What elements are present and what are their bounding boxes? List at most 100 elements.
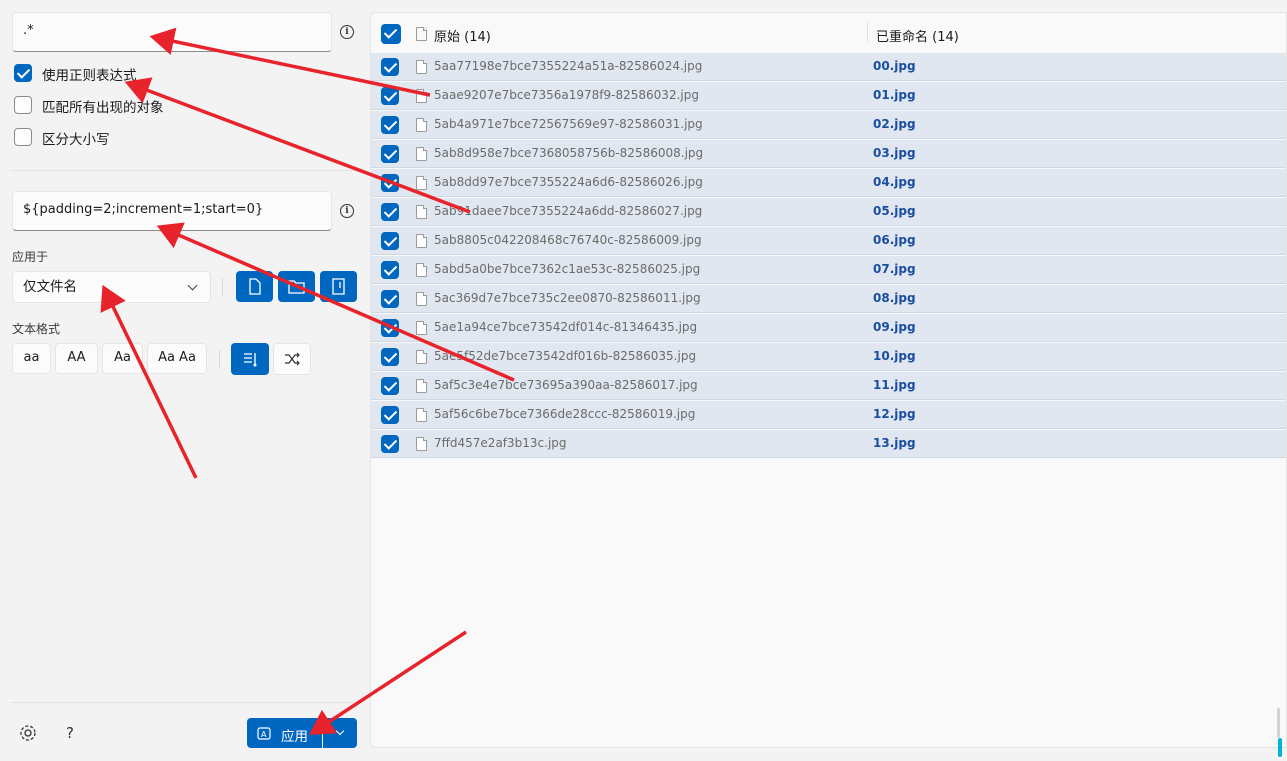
table-row[interactable]: 5ab8dd97e7bce7355224a6d6-82586026.jpg 04.… (371, 169, 1286, 197)
row-checkbox[interactable] (381, 377, 399, 395)
extension-button[interactable] (320, 271, 357, 302)
table-row[interactable]: 5ae1a94ce7bce73542df014c-81346435.jpg 09.… (371, 314, 1286, 342)
table-row[interactable]: 5ae5f52de7bce73542df016b-82586035.jpg 10.… (371, 343, 1286, 371)
case-sensitive-label: 区分大小写 (42, 132, 110, 148)
column-separator (867, 21, 868, 43)
header-original: 原始 (14) (434, 30, 491, 45)
search-input[interactable]: .* (12, 12, 332, 52)
apply-to-label: 应用于 (12, 250, 49, 264)
renamed-filename: 05.jpg (873, 204, 916, 218)
preview-list: 原始 (14) 已重命名 (14) 5aa77198e7bce7355224a5… (370, 12, 1287, 748)
original-filename: 5af5c3e4e7bce73695a390aa-82586017.jpg (434, 378, 698, 392)
original-filename: 5ae5f52de7bce73542df016b-82586035.jpg (434, 349, 697, 363)
randomize-button[interactable] (273, 343, 311, 375)
capitalize-words-button[interactable]: Aa Aa (147, 343, 207, 374)
file-icon (416, 263, 427, 277)
renamed-filename: 03.jpg (873, 146, 916, 160)
file-icon (416, 176, 427, 190)
table-row[interactable]: 5aa77198e7bce7355224a51a-82586024.jpg 00.… (371, 53, 1286, 81)
shuffle-icon (285, 352, 300, 366)
select-all-checkbox[interactable] (381, 24, 401, 44)
titlecase-button[interactable]: Aa (102, 343, 143, 374)
list-header: 原始 (14) 已重命名 (14) (371, 13, 1286, 54)
renamed-filename: 02.jpg (873, 117, 916, 131)
apply-options-button[interactable] (323, 718, 357, 748)
file-icon (416, 60, 427, 74)
row-checkbox[interactable] (381, 116, 399, 134)
table-row[interactable]: 5aae9207e7bce7356a1978f9-82586032.jpg 01.… (371, 82, 1286, 110)
row-checkbox[interactable] (381, 174, 399, 192)
regex-checkbox[interactable] (14, 64, 32, 82)
separator (219, 350, 220, 368)
row-checkbox[interactable] (381, 87, 399, 105)
renamed-filename: 08.jpg (873, 291, 916, 305)
original-filename: 5aae9207e7bce7356a1978f9-82586032.jpg (434, 88, 699, 102)
original-filename: 5ab8dd97e7bce7355224a6d6-82586026.jpg (434, 175, 703, 189)
renamed-filename: 09.jpg (873, 320, 916, 334)
folder-icon (288, 280, 305, 294)
row-checkbox[interactable] (381, 348, 399, 366)
row-checkbox[interactable] (381, 261, 399, 279)
table-row[interactable]: 5ac369d7e7bce735c2ee0870-82586011.jpg 08.… (371, 285, 1286, 313)
file-icon (416, 292, 427, 306)
match-all-label: 匹配所有出现的对象 (42, 100, 164, 116)
row-checkbox[interactable] (381, 203, 399, 221)
original-filename: 5ab4a971e7bce72567569e97-82586031.jpg (434, 117, 703, 131)
search-info-icon[interactable]: i (340, 25, 354, 39)
apply-button[interactable]: A 应用 (247, 718, 322, 748)
renamed-filename: 11.jpg (873, 378, 916, 392)
file-extension-icon (332, 278, 345, 295)
file-icon (416, 437, 427, 451)
original-filename: 5ab8d958e7bce7368058756b-82586008.jpg (434, 146, 704, 160)
table-row[interactable]: 5af56c6be7bce7366de28ccc-82586019.jpg 12.… (371, 401, 1286, 429)
enumerate-button[interactable] (231, 343, 269, 375)
divider (10, 170, 359, 171)
row-checkbox[interactable] (381, 232, 399, 250)
replace-input[interactable]: ${padding=2;increment=1;start=0} (12, 191, 332, 231)
uppercase-button[interactable]: AA (55, 343, 98, 374)
row-checkbox[interactable] (381, 406, 399, 424)
row-checkbox[interactable] (381, 290, 399, 308)
file-icon (416, 147, 427, 161)
list-numbered-icon (244, 353, 257, 367)
table-row[interactable]: 5af5c3e4e7bce73695a390aa-82586017.jpg 11.… (371, 372, 1286, 400)
row-checkbox[interactable] (381, 145, 399, 163)
table-row[interactable]: 5abd5a0be7bce7362c1ae53c-82586025.jpg 07.… (371, 256, 1286, 284)
folder-button[interactable] (278, 271, 315, 302)
file-icon (416, 408, 427, 422)
scrollbar-track[interactable] (1277, 708, 1280, 738)
file-icon (416, 118, 427, 132)
filename-only-button[interactable] (236, 271, 273, 302)
chevron-down-icon (187, 280, 198, 291)
table-row[interactable]: 5ab8805c042208468c76740c-82586009.jpg 06.… (371, 227, 1286, 255)
svg-text:A: A (261, 730, 267, 739)
table-row[interactable]: 5ab4a971e7bce72567569e97-82586031.jpg 02.… (371, 111, 1286, 139)
scrollbar-thumb[interactable] (1278, 738, 1282, 757)
case-sensitive-checkbox[interactable] (14, 128, 32, 146)
renamed-filename: 01.jpg (873, 88, 916, 102)
original-filename: 5abd5a0be7bce7362c1ae53c-82586025.jpg (434, 262, 701, 276)
file-icon (416, 234, 427, 248)
row-checkbox[interactable] (381, 58, 399, 76)
gear-icon[interactable] (18, 723, 38, 743)
renamed-filename: 06.jpg (873, 233, 916, 247)
lowercase-button[interactable]: aa (12, 343, 51, 374)
help-icon[interactable]: ? (66, 724, 74, 742)
row-checkbox[interactable] (381, 319, 399, 337)
file-icon (416, 205, 427, 219)
table-row[interactable]: 7ffd457e2af3b13c.jpg 13.jpg (371, 430, 1286, 458)
apply-to-dropdown[interactable]: 仅文件名 (12, 271, 211, 303)
left-panel: .* i 使用正则表达式 匹配所有出现的对象 区分大小写 ${padding=2… (0, 0, 369, 761)
original-filename: 7ffd457e2af3b13c.jpg (434, 436, 567, 450)
regex-label: 使用正则表达式 (42, 68, 137, 84)
table-row[interactable]: 5ab8d958e7bce7368058756b-82586008.jpg 03.… (371, 140, 1286, 168)
replace-info-icon[interactable]: i (340, 204, 354, 218)
original-filename: 5ae1a94ce7bce73542df014c-81346435.jpg (434, 320, 698, 334)
row-checkbox[interactable] (381, 435, 399, 453)
table-row[interactable]: 5ab91daee7bce7355224a6dd-82586027.jpg 05.… (371, 198, 1286, 226)
renamed-filename: 10.jpg (873, 349, 916, 363)
renamed-filename: 13.jpg (873, 436, 916, 450)
match-all-checkbox[interactable] (14, 96, 32, 114)
renamed-filename: 12.jpg (873, 407, 916, 421)
original-filename: 5aa77198e7bce7355224a51a-82586024.jpg (434, 59, 703, 73)
